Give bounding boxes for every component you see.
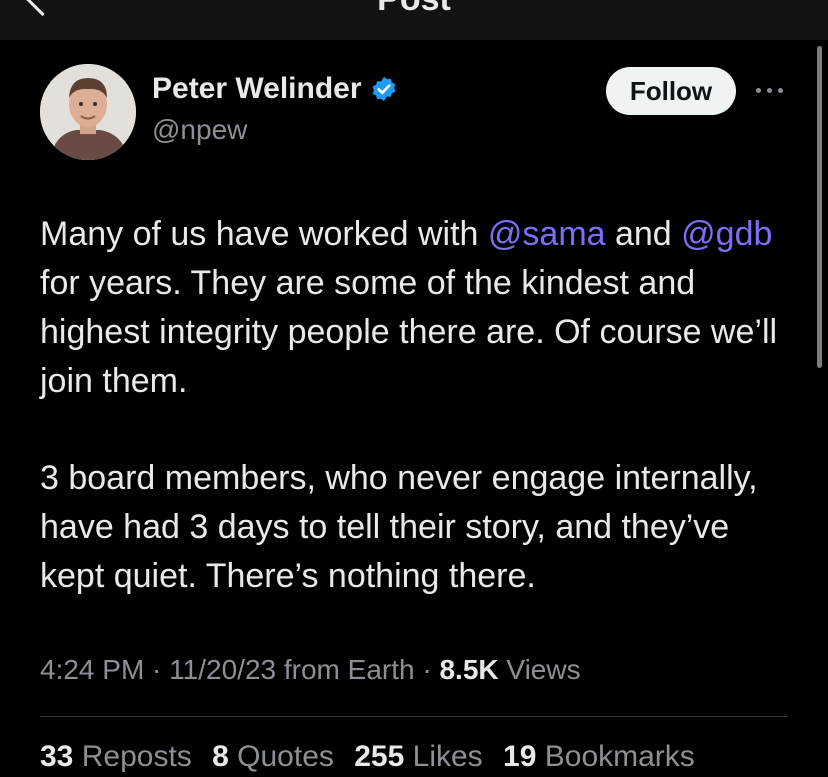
scrollbar[interactable] [817,46,822,368]
engagement-stats: 33 Reposts 8 Quotes 255 Likes 19 Bookmar… [40,740,707,774]
tweet-paragraph: Many of us have worked with @sama and @g… [40,210,800,406]
reposts-stat[interactable]: 33 Reposts [40,740,192,773]
views-count: 8.5K [439,654,499,685]
likes-stat[interactable]: 255 Likes [354,740,482,773]
page-title: Post [0,0,828,19]
author-name-text: Peter Welinder [152,72,362,105]
stat-label: Likes [412,740,483,773]
avatar-image [40,64,136,160]
follow-button[interactable]: Follow [606,67,736,115]
stat-label: Reposts [81,740,192,773]
tweet-text-segment: and [605,215,682,253]
quotes-stat[interactable]: 8 Quotes [212,740,334,773]
tweet-meta: 4:24 PM · 11/20/23 from Earth · 8.5K Vie… [40,654,581,686]
verified-badge-icon [370,75,398,103]
tweet-text: Many of us have worked with @sama and @g… [40,210,800,601]
more-options-icon[interactable] [754,84,786,98]
divider [40,716,788,717]
stat-count: 8 [212,740,229,773]
mention-link-gdb[interactable]: @gdb [681,215,772,253]
tweet-text-segment: Many of us have worked with [40,215,488,253]
stat-count: 255 [354,740,405,773]
avatar[interactable] [40,64,136,160]
stat-count: 33 [40,740,74,773]
tweet-text-segment: for years. They are some of the kindest … [40,264,778,400]
stat-count: 19 [503,740,537,773]
top-bar: Post [0,0,828,40]
tweet-paragraph: 3 board members, who never engage intern… [40,459,758,595]
tweet-time[interactable]: 4:24 PM [40,654,144,685]
meta-separator: · [144,654,170,685]
mention-link-sama[interactable]: @sama [488,215,606,253]
author-handle[interactable]: @npew [152,114,247,146]
author-name[interactable]: Peter Welinder [152,72,398,106]
stat-label: Quotes [237,740,334,773]
stat-label: Bookmarks [544,740,695,773]
views-label: Views [498,654,581,685]
tweet-source: from Earth [276,654,415,685]
tweet-date[interactable]: 11/20/23 [169,654,276,685]
bookmarks-stat[interactable]: 19 Bookmarks [503,740,695,773]
meta-separator: · [414,654,440,685]
